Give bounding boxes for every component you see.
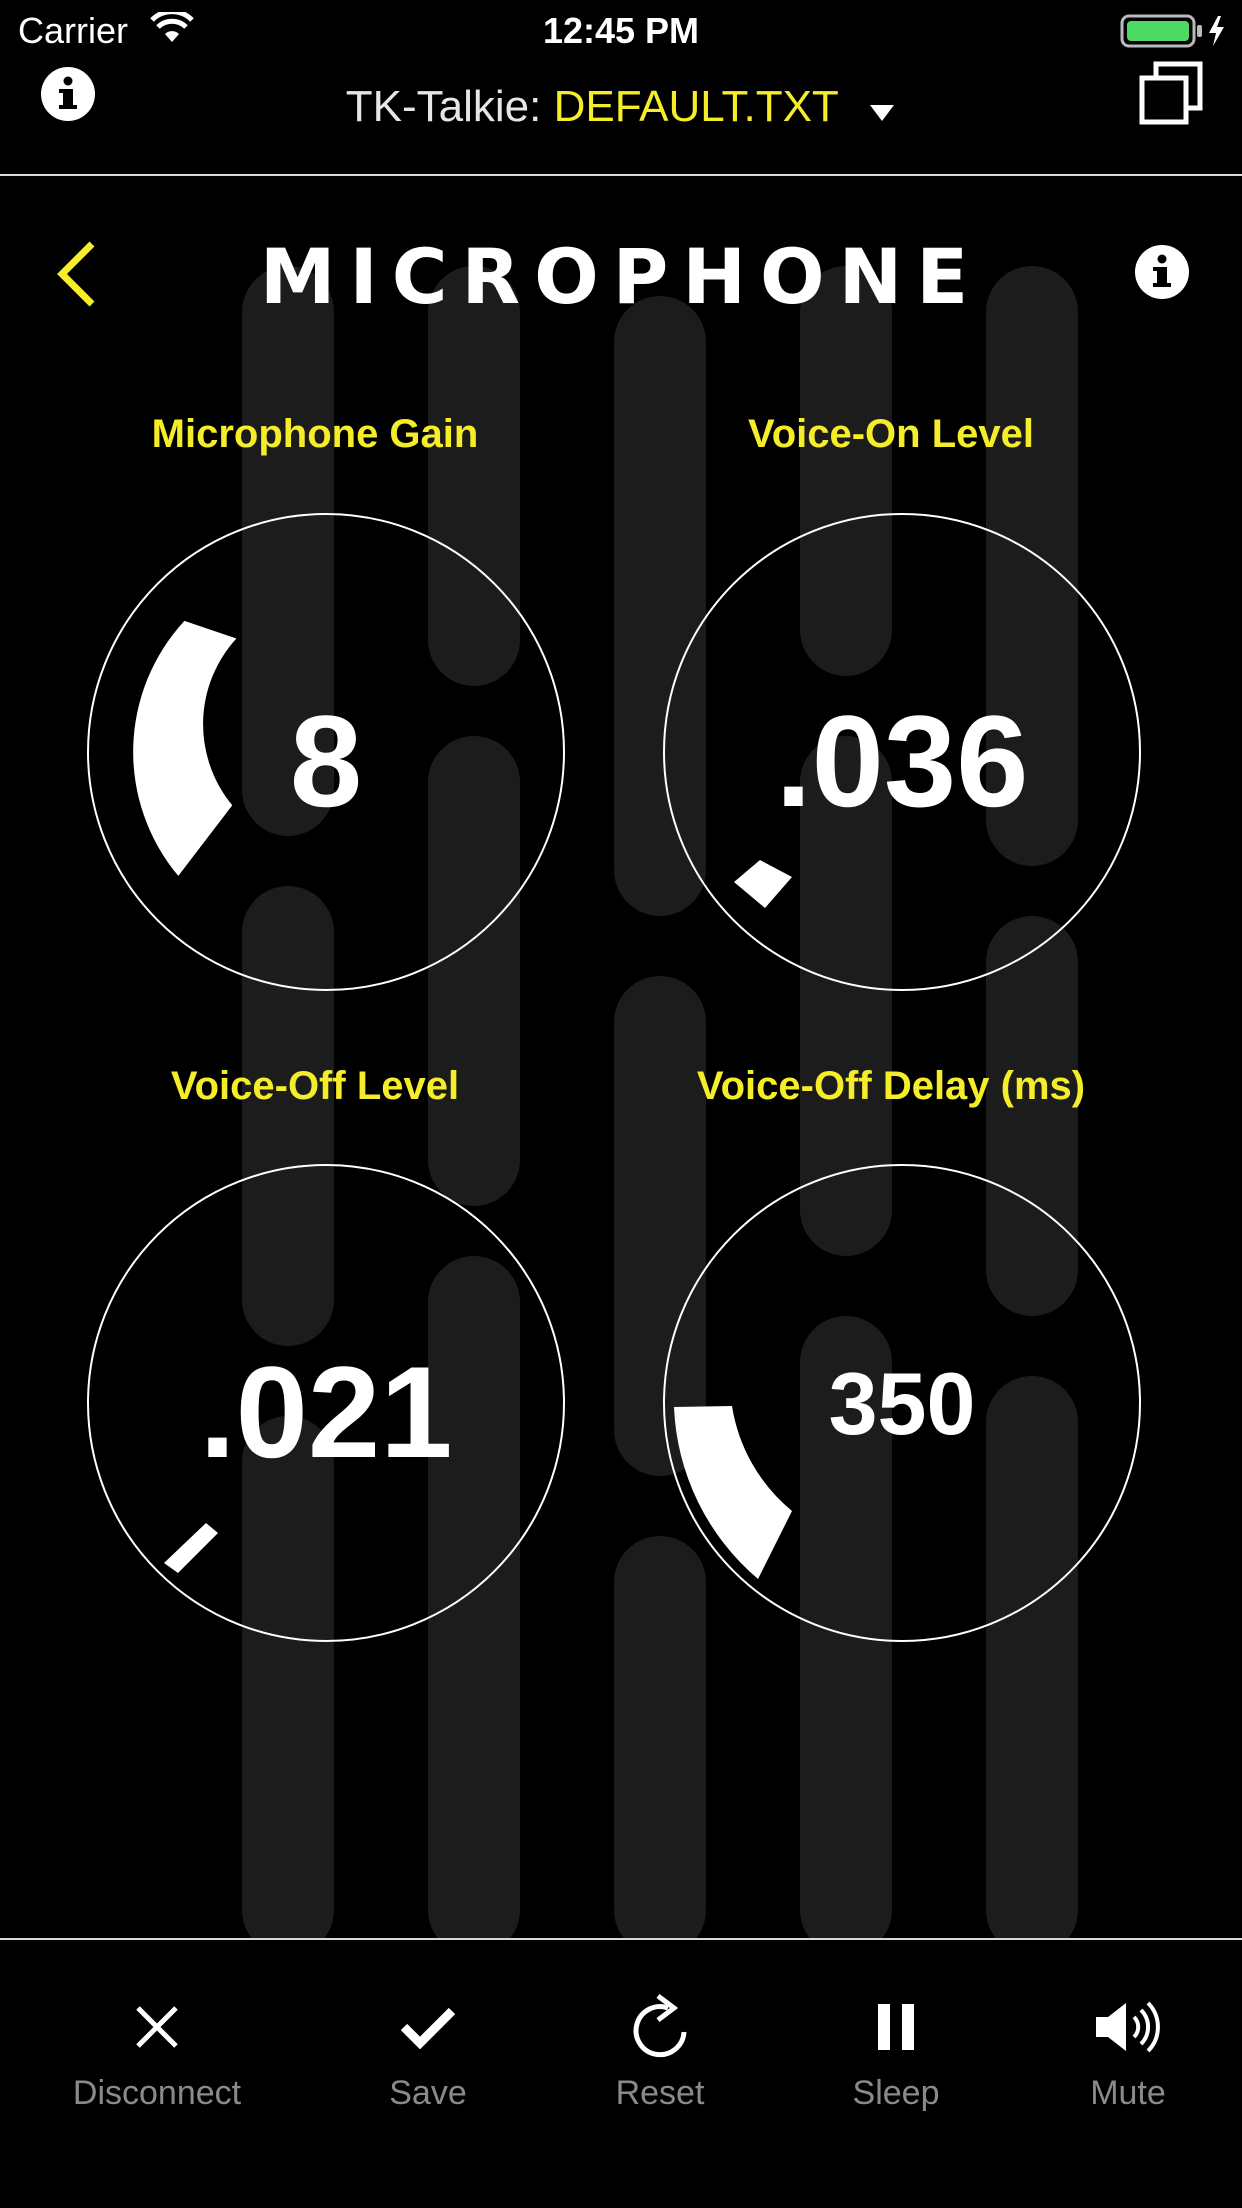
disconnect-label: Disconnect (72, 2074, 242, 2112)
mic-gain-label: Microphone Gain (151, 412, 479, 456)
voice-off-knob[interactable]: .021 (86, 1163, 566, 1643)
voice-on-knob[interactable]: .036 (662, 512, 1142, 992)
status-time: 12:45 PM (542, 10, 700, 51)
voice-on-label: Voice-On Level (747, 412, 1034, 456)
pause-icon (796, 1992, 996, 2062)
checkmark-icon (328, 1992, 528, 2062)
voice-off-delay-label: Voice-Off Delay (ms) (696, 1064, 1086, 1108)
voice-off-value: .021 (199, 1339, 453, 1485)
save-label: Save (389, 2074, 467, 2112)
help-info-icon[interactable] (1134, 244, 1190, 305)
reset-button[interactable]: Reset (560, 1992, 760, 2113)
disconnect-button[interactable]: Disconnect (57, 1992, 257, 2113)
sleep-label: Sleep (852, 2074, 940, 2112)
voice-off-label: Voice-Off Level (170, 1064, 460, 1108)
refresh-icon (560, 1992, 760, 2062)
battery-icon (1120, 14, 1230, 53)
caret-down-icon (868, 84, 896, 134)
voice-on-value: .036 (775, 688, 1029, 834)
file-name-label: DEFAULT.TXT (553, 82, 839, 131)
voice-off-delay-value: 350 (828, 1354, 976, 1453)
voice-off-delay-knob[interactable]: 350 (662, 1163, 1142, 1643)
mute-button[interactable]: Mute (1028, 1992, 1228, 2113)
windows-icon[interactable] (1138, 58, 1206, 131)
app-name-label: TK-Talkie: (345, 82, 542, 131)
close-icon (57, 1992, 257, 2062)
file-selector[interactable]: TK-Talkie: DEFAULT.TXT (0, 82, 1242, 134)
mic-gain-value: 8 (289, 688, 363, 834)
bottom-toolbar: Disconnect Save Reset Sleep Mute (0, 1940, 1242, 2208)
speaker-icon (1028, 1992, 1228, 2062)
page-title: MICROPHONE (259, 232, 983, 321)
save-button[interactable]: Save (328, 1992, 528, 2113)
sleep-button[interactable]: Sleep (796, 1992, 996, 2113)
mic-gain-knob[interactable]: 8 (86, 512, 566, 992)
status-bar: Carrier 12:45 PM (0, 0, 1242, 60)
mute-label: Mute (1090, 2074, 1166, 2112)
reset-label: Reset (615, 2074, 705, 2112)
